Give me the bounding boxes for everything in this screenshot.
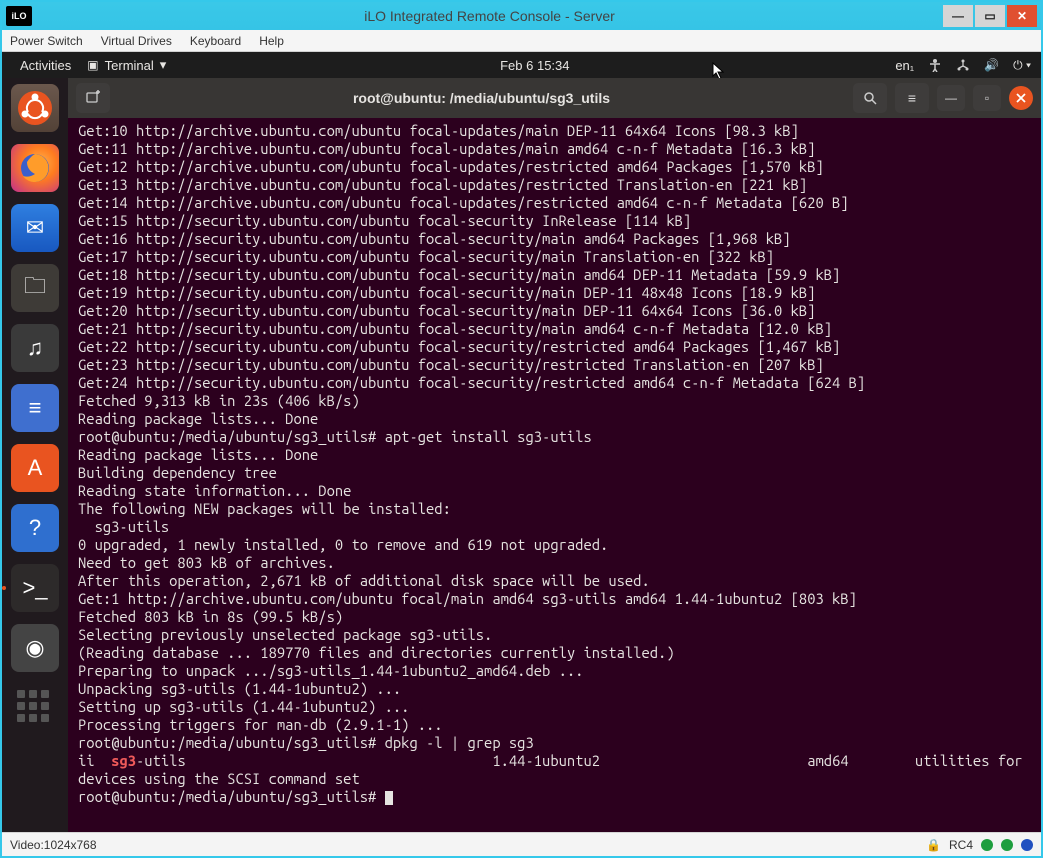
new-tab-button[interactable]: [76, 83, 110, 113]
search-button[interactable]: [853, 83, 887, 113]
libreoffice-icon[interactable]: ≡: [11, 384, 59, 432]
status-encryption: RC4: [949, 838, 973, 852]
nautilus-icon[interactable]: 🗀: [11, 264, 59, 312]
show-applications-button[interactable]: [17, 690, 53, 726]
ilo-title: iLO Integrated Remote Console - Server: [38, 8, 941, 24]
term-minimize-button[interactable]: —: [937, 85, 965, 111]
menu-help[interactable]: Help: [259, 34, 284, 48]
terminal-headerbar: root@ubuntu: /media/ubuntu/sg3_utils ≡ —…: [68, 78, 1041, 118]
lang-indicator[interactable]: en₁: [895, 58, 914, 73]
ilo-titlebar: iLO iLO Integrated Remote Console - Serv…: [2, 2, 1041, 30]
hamburger-menu-button[interactable]: ≡: [895, 83, 929, 113]
maximize-button[interactable]: ▭: [975, 5, 1005, 27]
terminal-small-icon: ▣: [87, 58, 98, 72]
ilo-window: iLO iLO Integrated Remote Console - Serv…: [0, 0, 1043, 858]
ilo-statusbar: Video:1024x768 🔒 RC4: [2, 832, 1041, 856]
disc-icon[interactable]: ◉: [11, 624, 59, 672]
status-led-green2: [1001, 839, 1013, 851]
minimize-button[interactable]: —: [943, 5, 973, 27]
terminal-window: root@ubuntu: /media/ubuntu/sg3_utils ≡ —…: [68, 78, 1041, 832]
volume-icon[interactable]: 🔊: [984, 58, 999, 72]
power-icon[interactable]: ⏻ ▾: [1013, 58, 1031, 73]
rhythmbox-icon[interactable]: ♫: [11, 324, 59, 372]
status-led-blue: [1021, 839, 1033, 851]
software-icon[interactable]: A: [11, 444, 59, 492]
accessibility-icon[interactable]: [928, 58, 942, 72]
menu-virtual-drives[interactable]: Virtual Drives: [101, 34, 172, 48]
network-icon[interactable]: [956, 58, 970, 72]
dock: ✉ 🗀 ♫ ≡ A? >_ ◉: [2, 78, 68, 832]
term-maximize-button[interactable]: ▫: [973, 85, 1001, 111]
thunderbird-icon[interactable]: ✉: [11, 204, 59, 252]
ilo-logo: iLO: [6, 6, 32, 26]
topbar-app-label: Terminal: [105, 58, 154, 73]
status-video: Video:1024x768: [10, 838, 97, 852]
gnome-topbar: Activities ▣ Terminal ▾ Feb 6 15:34 en₁ …: [2, 52, 1041, 78]
activities-button[interactable]: Activities: [12, 58, 79, 73]
files-icon[interactable]: [11, 84, 59, 132]
terminal-body[interactable]: Get:10 http://archive.ubuntu.com/ubuntu …: [68, 118, 1041, 832]
term-close-button[interactable]: [1009, 86, 1033, 110]
firefox-icon[interactable]: [11, 144, 59, 192]
status-led-green: [981, 839, 993, 851]
topbar-app-menu[interactable]: ▣ Terminal ▾: [79, 57, 174, 73]
terminal-title: root@ubuntu: /media/ubuntu/sg3_utils: [118, 90, 845, 106]
chevron-down-icon: ▾: [160, 57, 167, 73]
close-button[interactable]: ✕: [1007, 5, 1037, 27]
menu-keyboard[interactable]: Keyboard: [190, 34, 241, 48]
terminal-icon[interactable]: >_: [11, 564, 59, 612]
lock-icon: 🔒: [926, 838, 941, 852]
terminal-output: Get:10 http://archive.ubuntu.com/ubuntu …: [78, 122, 1035, 806]
menu-power-switch[interactable]: Power Switch: [10, 34, 83, 48]
clock[interactable]: Feb 6 15:34: [174, 58, 895, 73]
ilo-menubar: Power Switch Virtual Drives Keyboard Hel…: [2, 30, 1041, 52]
help-icon[interactable]: ?: [11, 504, 59, 552]
desktop: ✉ 🗀 ♫ ≡ A? >_ ◉ root@ubuntu: /media/ubuntu/sg3…: [2, 78, 1041, 832]
